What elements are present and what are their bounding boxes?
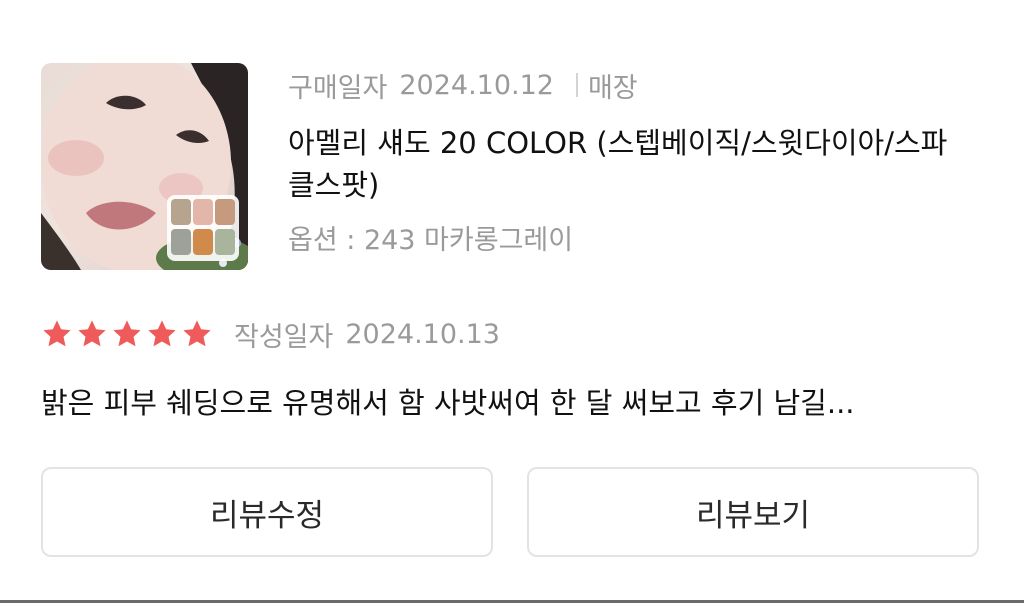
meta-divider (575, 73, 578, 97)
order-info: 구매일자 2024.10.12 매장 아멜리 섀도 20 COLOR (스텝베이… (288, 66, 978, 258)
product-option: 옵션 : 243 마카롱그레이 (288, 225, 574, 256)
edit-review-button[interactable]: 리뷰수정 (41, 467, 493, 557)
palette-icon (167, 195, 239, 261)
star-icon (113, 320, 141, 347)
star-icon (148, 320, 176, 347)
review-meta: 작성일자 2024.10.13 (41, 314, 500, 354)
review-card: 구매일자 2024.10.12 매장 아멜리 섀도 20 COLOR (스텝베이… (0, 0, 1024, 603)
written-label: 작성일자 (234, 321, 334, 353)
star-icon (43, 320, 71, 347)
product-image (41, 63, 248, 270)
purchase-meta: 구매일자 2024.10.12 매장 (288, 66, 978, 104)
view-review-button[interactable]: 리뷰보기 (527, 467, 979, 557)
star-icon (183, 320, 211, 347)
purchase-date: 2024.10.12 (399, 69, 554, 101)
star-rating (41, 318, 216, 350)
product-thumbnail[interactable] (41, 63, 248, 270)
written-meta: 작성일자 2024.10.13 (234, 315, 500, 354)
product-name[interactable]: 아멜리 섀도 20 COLOR (스텝베이직/스윗다이아/스파클스팟) (288, 122, 968, 206)
written-date: 2024.10.13 (345, 318, 500, 350)
purchase-label: 구매일자 (288, 72, 388, 104)
review-text[interactable]: 밝은 피부 쉐딩으로 유명해서 함 사밧써여 한 달 써보고 후기 남길... (41, 380, 991, 422)
store-label: 매장 (587, 72, 638, 104)
star-icon (78, 320, 106, 347)
